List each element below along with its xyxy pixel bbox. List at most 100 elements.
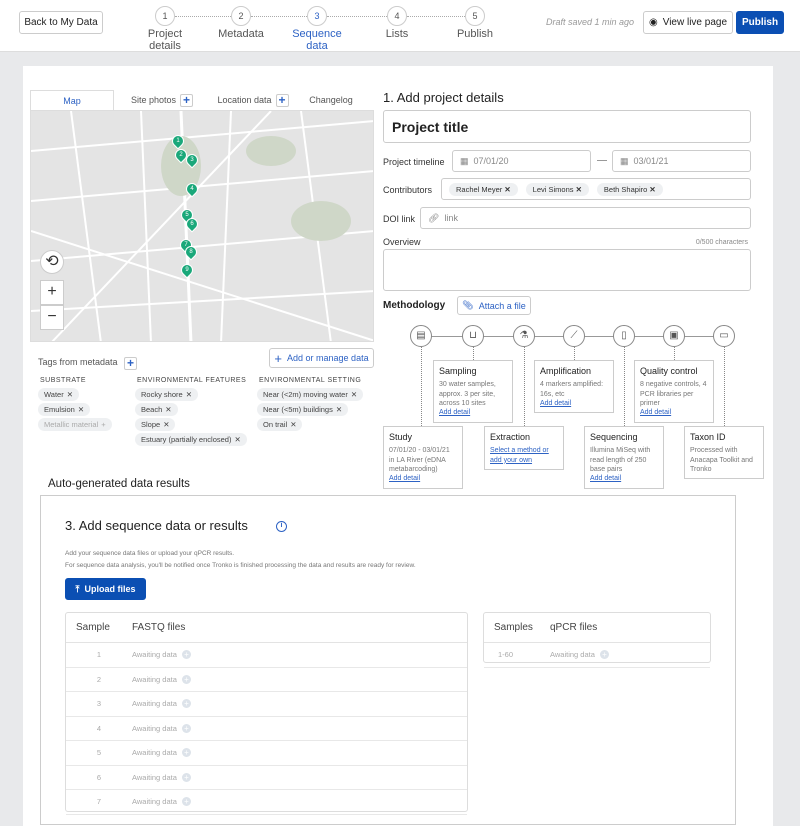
- map[interactable]: 123456789: [30, 110, 374, 342]
- tab-map[interactable]: Map: [30, 90, 114, 110]
- timeline-label: Project timeline: [383, 157, 445, 167]
- remove-icon[interactable]: ✕: [78, 405, 84, 414]
- eye-icon: ◉: [648, 17, 658, 28]
- doi-input[interactable]: 🔗︎ link: [420, 207, 751, 229]
- step-5[interactable]: 5 Publish: [445, 6, 505, 40]
- overview-count: 0/500 characters: [695, 239, 748, 246]
- table-row: 4 Awaiting data +: [66, 717, 467, 741]
- back-button[interactable]: Back to My Data: [19, 11, 103, 34]
- view-live-button[interactable]: ◉ View live page: [643, 11, 733, 34]
- tag[interactable]: On trail ✕: [257, 418, 303, 431]
- fastq-table: Sample FASTQ files 1 Awaiting data +2 Awaitin…: [65, 612, 468, 815]
- remove-icon[interactable]: ✕: [504, 185, 510, 194]
- remove-icon[interactable]: ✕: [67, 390, 73, 399]
- add-file-icon[interactable]: +: [181, 772, 191, 782]
- tab-site-photos[interactable]: Site photos +: [120, 90, 204, 110]
- methodology-label: Methodology: [383, 300, 446, 311]
- step-label: Project details: [147, 28, 183, 52]
- tag[interactable]: Estuary (partially enclosed) ✕: [135, 433, 247, 446]
- plus-icon[interactable]: +: [180, 93, 194, 107]
- add-detail-link[interactable]: Select a method or add your own: [490, 446, 558, 465]
- tag[interactable]: Slope ✕: [135, 418, 176, 431]
- upload-files-button[interactable]: ⤒ Upload files: [65, 578, 146, 600]
- zoom-out-button[interactable]: −: [40, 305, 64, 330]
- add-file-icon[interactable]: +: [181, 699, 191, 709]
- plus-icon: +: [101, 420, 106, 429]
- remove-icon[interactable]: ✕: [186, 390, 192, 399]
- step-label: Metadata: [218, 28, 264, 40]
- contributor-chip[interactable]: Beth Shapiro ✕: [596, 182, 663, 196]
- info-icon[interactable]: i: [276, 521, 287, 532]
- overview-textarea[interactable]: [383, 249, 751, 291]
- start-date-input[interactable]: ▦ 07/01/20: [452, 150, 591, 172]
- tag[interactable]: Near (<5m) buildings ✕: [257, 403, 349, 416]
- step-label: Lists: [385, 28, 409, 40]
- publish-button[interactable]: Publish: [736, 11, 784, 34]
- paperclip-icon: 📎︎: [462, 300, 474, 310]
- add-file-icon[interactable]: +: [181, 650, 191, 660]
- remove-icon[interactable]: ✕: [351, 390, 357, 399]
- add-detail-link[interactable]: Add detail: [389, 474, 457, 483]
- contributor-chip[interactable]: Levi Simons ✕: [525, 182, 589, 196]
- step-3[interactable]: 3 Sequence data: [287, 6, 347, 52]
- remove-icon[interactable]: ✕: [163, 420, 169, 429]
- tag-group-title: SUBSTRATE: [40, 377, 86, 384]
- step-4[interactable]: 4 Lists: [367, 6, 427, 40]
- contributor-chip[interactable]: Rachel Meyer ✕: [449, 182, 518, 196]
- suggested-tag[interactable]: Metallic material +: [38, 418, 112, 431]
- step-number: 3: [307, 6, 327, 26]
- add-file-icon[interactable]: +: [181, 748, 191, 758]
- remove-icon[interactable]: ✕: [290, 420, 296, 429]
- step-2[interactable]: 2 Metadata: [211, 6, 271, 40]
- methodology-step: Taxon ID Processed with Anacapa Toolkit a…: [684, 426, 764, 480]
- tag[interactable]: Near (<2m) moving water ✕: [257, 388, 364, 401]
- add-detail-link[interactable]: Add detail: [590, 474, 658, 483]
- add-file-icon[interactable]: +: [181, 723, 191, 733]
- end-date-input[interactable]: ▦ 03/01/21: [612, 150, 751, 172]
- add-tag-button[interactable]: +: [124, 357, 137, 370]
- tab-location-data[interactable]: Location data +: [208, 90, 298, 110]
- remove-icon[interactable]: ✕: [336, 405, 342, 414]
- table-row: 7 Awaiting data +: [66, 790, 467, 815]
- remove-icon[interactable]: ✕: [649, 185, 655, 194]
- table-row: 5 Awaiting data +: [66, 741, 467, 766]
- add-manage-data-button[interactable]: + Add or manage data: [269, 348, 374, 368]
- add-file-icon[interactable]: +: [181, 674, 191, 684]
- table-header: Samples qPCR files: [484, 613, 710, 643]
- tag-group-title: ENVIRONMENTAL SETTING: [259, 377, 362, 384]
- tag[interactable]: Rocky shore ✕: [135, 388, 198, 401]
- chart-icon: ⟋: [563, 325, 585, 347]
- results-heading: 3. Add sequence data or results: [65, 518, 248, 533]
- tab-changelog[interactable]: Changelog: [300, 90, 362, 110]
- remove-icon[interactable]: ✕: [576, 185, 582, 194]
- attach-file-button[interactable]: 📎︎ Attach a file: [457, 296, 531, 315]
- methodology-step: Sampling 30 water samples, approx. 3 per …: [433, 360, 513, 423]
- upload-icon: ⤒: [75, 583, 80, 594]
- add-detail-link[interactable]: Add detail: [540, 399, 608, 408]
- table-header: Sample FASTQ files: [66, 613, 467, 643]
- rotate-reset-button[interactable]: ⟲: [40, 250, 64, 274]
- table-row: 6 Awaiting data +: [66, 766, 467, 790]
- step-label: Publish: [456, 28, 494, 40]
- remove-icon[interactable]: ✕: [234, 435, 240, 444]
- zoom-in-button[interactable]: +: [40, 280, 64, 305]
- tag[interactable]: Emulsion ✕: [38, 403, 91, 416]
- step-number: 2: [231, 6, 251, 26]
- add-file-icon[interactable]: +: [599, 650, 609, 660]
- contributors-input[interactable]: Rachel Meyer ✕ Levi Simons ✕ Beth Shapiro …: [441, 178, 751, 200]
- add-detail-link[interactable]: Add detail: [640, 408, 708, 417]
- connector: [674, 347, 675, 360]
- remove-icon[interactable]: ✕: [165, 405, 171, 414]
- tag[interactable]: Beach ✕: [135, 403, 178, 416]
- tag[interactable]: Water ✕: [38, 388, 80, 401]
- doi-label: DOI link: [383, 214, 416, 224]
- plus-icon: +: [274, 350, 283, 366]
- quality-icon: ▣: [663, 325, 685, 347]
- step-1[interactable]: 1 Project details: [135, 6, 195, 52]
- project-title-input[interactable]: Project title: [383, 110, 751, 143]
- plus-icon[interactable]: +: [275, 93, 289, 107]
- beaker-icon: ⊔: [462, 325, 484, 347]
- computer-icon: ▭: [713, 325, 735, 347]
- add-file-icon[interactable]: +: [181, 797, 191, 807]
- add-detail-link[interactable]: Add detail: [439, 408, 507, 417]
